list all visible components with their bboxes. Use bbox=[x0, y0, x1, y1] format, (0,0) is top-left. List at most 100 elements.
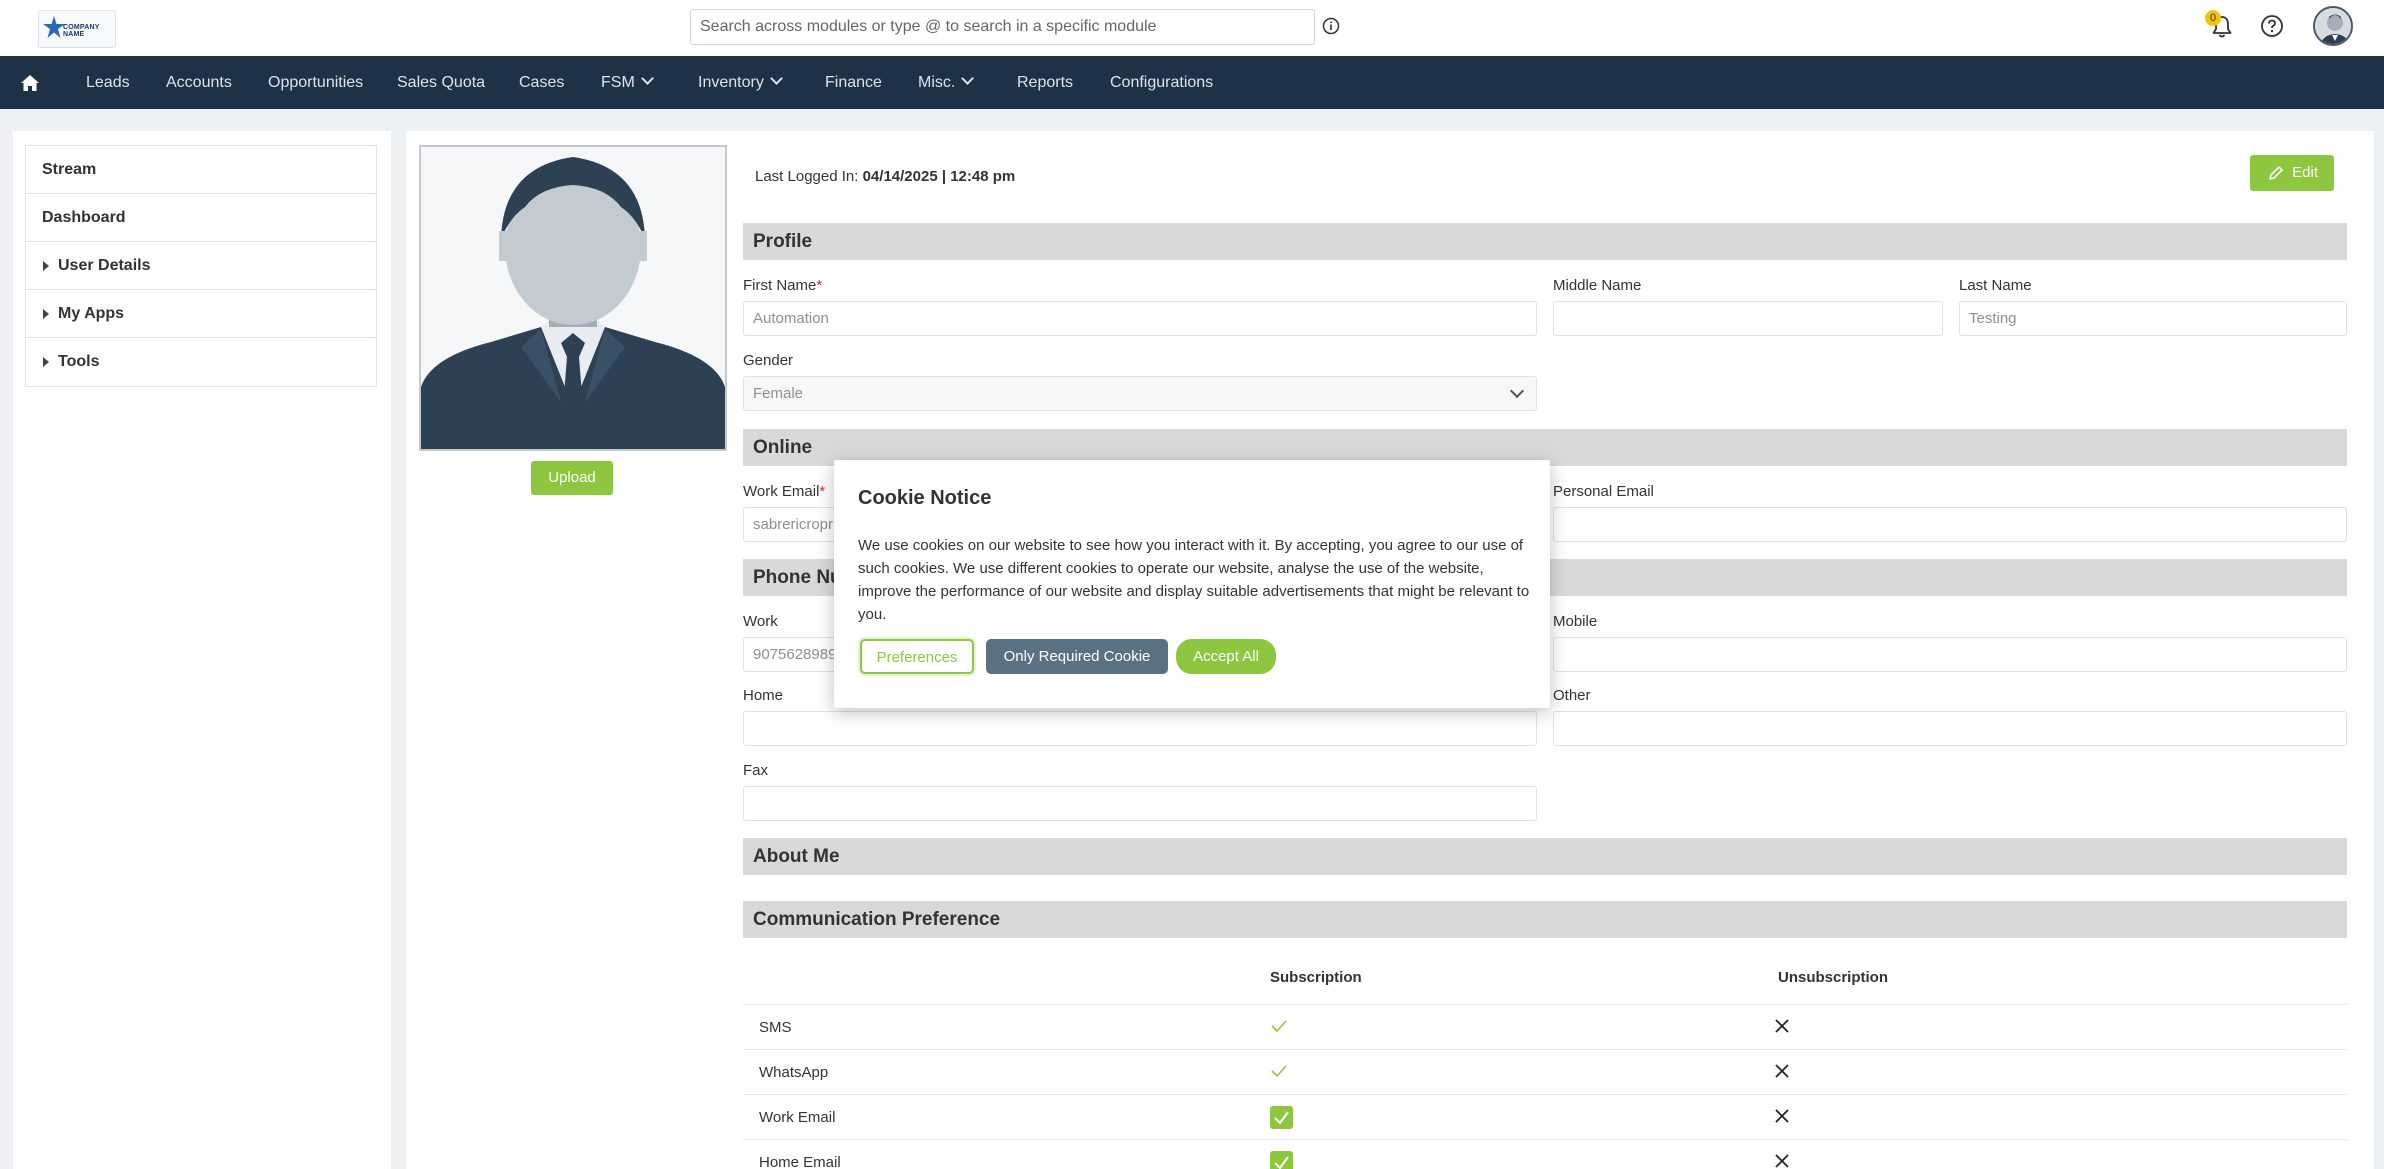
user-avatar[interactable] bbox=[2313, 6, 2353, 46]
cookie-notice-dialog: Cookie Notice We use cookies on our webs… bbox=[834, 460, 1550, 708]
chevron-down-icon bbox=[640, 72, 654, 85]
caret-right-icon bbox=[43, 309, 49, 319]
sidebar-item-stream[interactable]: Stream bbox=[26, 146, 376, 194]
home-phone-field[interactable] bbox=[743, 711, 1537, 746]
sidebar-item-label: My Apps bbox=[58, 305, 125, 322]
help-icon[interactable] bbox=[2260, 14, 2284, 38]
close-icon[interactable] bbox=[1773, 1152, 1791, 1169]
nav-sales-quota[interactable]: Sales Quota bbox=[397, 56, 485, 109]
other-phone-label: Other bbox=[1553, 687, 1591, 704]
personal-email-label: Personal Email bbox=[1553, 483, 1654, 500]
sidebar-item-my-apps[interactable]: My Apps bbox=[26, 290, 376, 338]
nav-fsm[interactable]: FSM bbox=[601, 56, 654, 109]
work-email-label: Work Email* bbox=[743, 483, 825, 500]
other-phone-field[interactable] bbox=[1553, 711, 2347, 746]
required-marker: * bbox=[816, 277, 823, 294]
avatar-person-icon bbox=[2315, 8, 2351, 44]
fax-label: Fax bbox=[743, 762, 769, 779]
sidebar-panel: Stream Dashboard User Details My Apps To… bbox=[13, 131, 391, 1169]
close-icon[interactable] bbox=[1773, 1107, 1791, 1125]
only-required-cookie-button[interactable]: Only Required Cookie bbox=[986, 639, 1168, 674]
check-icon bbox=[1274, 1111, 1289, 1125]
last-logged-label: Last Logged In: bbox=[755, 168, 863, 185]
nav-misc[interactable]: Misc. bbox=[918, 56, 975, 109]
close-icon[interactable] bbox=[1773, 1017, 1791, 1035]
company-logo[interactable]: COMPANY NAME bbox=[38, 10, 116, 48]
home-phone-label: Home bbox=[743, 687, 784, 704]
nav-leads[interactable]: Leads bbox=[86, 56, 130, 109]
upload-photo-button[interactable]: Upload bbox=[531, 461, 613, 495]
caret-right-icon bbox=[43, 357, 49, 367]
chevron-down-icon bbox=[769, 72, 783, 85]
check-icon[interactable] bbox=[1270, 1062, 1288, 1080]
edit-label: Edit bbox=[2292, 164, 2318, 181]
personal-email-field[interactable] bbox=[1553, 507, 2347, 542]
profile-photo bbox=[419, 145, 727, 451]
section-communication-header: Communication Preference bbox=[743, 901, 2347, 938]
nav-cases[interactable]: Cases bbox=[519, 56, 564, 109]
mobile-field[interactable] bbox=[1553, 637, 2347, 672]
top-bar: COMPANY NAME 0 bbox=[0, 0, 2384, 56]
subscription-column-header: Subscription bbox=[1270, 969, 1362, 986]
home-icon[interactable] bbox=[20, 73, 40, 93]
table-row: WhatsApp bbox=[743, 1049, 2347, 1094]
chevron-down-icon bbox=[961, 72, 975, 85]
gender-select[interactable]: Female bbox=[743, 376, 1537, 411]
main-nav: Leads Accounts Opportunities Sales Quota… bbox=[0, 56, 2384, 109]
sidebar-menu: Stream Dashboard User Details My Apps To… bbox=[25, 145, 377, 387]
unsubscription-column-header: Unsubscription bbox=[1778, 969, 1889, 986]
last-name-field[interactable]: Testing bbox=[1959, 301, 2347, 336]
first-name-field[interactable]: Automation bbox=[743, 301, 1537, 336]
cookie-notice-text: We use cookies on our website to see how… bbox=[858, 537, 1530, 623]
table-row: Home Email bbox=[743, 1139, 2347, 1169]
notification-count-badge: 0 bbox=[2205, 10, 2221, 26]
nav-opportunities[interactable]: Opportunities bbox=[268, 56, 363, 109]
section-about-header: About Me bbox=[743, 838, 2347, 875]
caret-right-icon bbox=[43, 261, 49, 271]
gender-label: Gender bbox=[743, 352, 794, 369]
middle-name-label: Middle Name bbox=[1553, 277, 1642, 294]
nav-reports[interactable]: Reports bbox=[1017, 56, 1073, 109]
check-icon bbox=[1274, 1156, 1289, 1169]
close-icon[interactable] bbox=[1773, 1062, 1791, 1080]
accept-all-cookies-button[interactable]: Accept All bbox=[1176, 639, 1276, 674]
gender-value: Female bbox=[753, 385, 804, 402]
cookie-notice-title: Cookie Notice bbox=[858, 487, 992, 509]
chevron-down-icon bbox=[1509, 383, 1525, 399]
check-icon[interactable] bbox=[1270, 1017, 1288, 1035]
cookie-preferences-button[interactable]: Preferences bbox=[860, 639, 974, 674]
sidebar-item-tools[interactable]: Tools bbox=[26, 338, 376, 386]
table-row: SMS bbox=[743, 1004, 2347, 1049]
sidebar-item-label: Tools bbox=[58, 353, 100, 370]
edit-profile-button[interactable]: Edit bbox=[2250, 155, 2334, 191]
section-profile-header: Profile bbox=[743, 223, 2347, 260]
sidebar-item-label: User Details bbox=[58, 257, 151, 274]
sidebar-item-dashboard[interactable]: Dashboard bbox=[26, 194, 376, 242]
sidebar-item-user-details[interactable]: User Details bbox=[26, 242, 376, 290]
nav-accounts[interactable]: Accounts bbox=[166, 56, 232, 109]
last-name-label: Last Name bbox=[1959, 277, 2032, 294]
last-logged-in-bar: Last Logged In: 04/14/2025 | 12:48 pm bbox=[742, 149, 2354, 205]
checkbox-checked[interactable] bbox=[1270, 1106, 1293, 1129]
mobile-label: Mobile bbox=[1553, 613, 1598, 630]
middle-name-field[interactable] bbox=[1553, 301, 1943, 336]
nav-misc-label: Misc. bbox=[918, 74, 956, 91]
work-phone-label: Work bbox=[743, 613, 778, 630]
channel-name: SMS bbox=[759, 1019, 792, 1036]
nav-inventory[interactable]: Inventory bbox=[698, 56, 783, 109]
table-row: Work Email bbox=[743, 1094, 2347, 1139]
nav-configurations[interactable]: Configurations bbox=[1110, 56, 1213, 109]
last-logged-value: 04/14/2025 | 12:48 pm bbox=[862, 168, 1016, 185]
fax-field[interactable] bbox=[743, 786, 1537, 821]
nav-finance[interactable]: Finance bbox=[825, 56, 882, 109]
checkbox-checked[interactable] bbox=[1270, 1151, 1293, 1169]
channel-name: WhatsApp bbox=[759, 1064, 829, 1081]
nav-fsm-label: FSM bbox=[601, 74, 635, 91]
profile-silhouette-icon bbox=[421, 147, 725, 449]
global-search-input[interactable] bbox=[690, 9, 1315, 45]
info-icon[interactable] bbox=[1322, 17, 1340, 35]
channel-name: Home Email bbox=[759, 1154, 841, 1169]
required-marker: * bbox=[819, 483, 826, 500]
logo-text: COMPANY NAME bbox=[63, 24, 100, 38]
logo-star-icon bbox=[43, 16, 65, 38]
